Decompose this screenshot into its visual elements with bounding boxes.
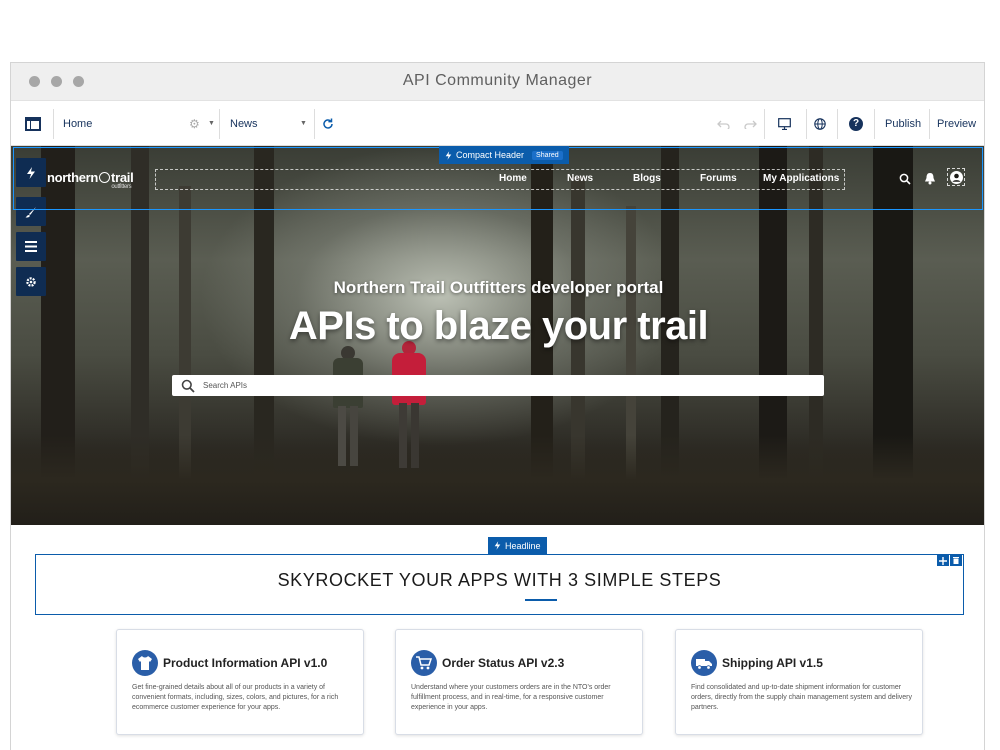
gear-icon[interactable]: ⚙ [189, 117, 200, 131]
undo-button[interactable] [717, 101, 731, 146]
preview-button[interactable]: Preview [937, 101, 976, 146]
nav-item-forums[interactable]: Forums [700, 173, 737, 184]
delete-component-button[interactable] [950, 555, 962, 566]
page-select[interactable]: Home ⚙ ▼ [63, 101, 219, 146]
nav-item-home[interactable]: Home [499, 173, 527, 184]
move-component-button[interactable] [937, 555, 949, 566]
card-description: Understand where your customers orders a… [411, 684, 611, 711]
help-icon: ? [849, 116, 863, 131]
api-card-product-information[interactable]: Product Information API v1.0 Get fine-gr… [116, 629, 364, 735]
language-button[interactable] [814, 101, 826, 146]
headline-component-label[interactable]: Headline [488, 537, 547, 554]
compact-header-label[interactable]: Compact Header Shared [439, 146, 569, 164]
nav-item-news[interactable]: News [567, 173, 593, 184]
page-select-value: Home [63, 117, 93, 130]
shirt-icon [132, 650, 158, 676]
site-logo[interactable]: northern trail outfitters [47, 170, 134, 190]
window-titlebar: API Community Manager [11, 63, 984, 101]
globe-icon [814, 117, 826, 130]
logo-word-2: trail [111, 170, 134, 185]
hiker-figure [329, 346, 367, 476]
desktop-icon [778, 117, 791, 130]
user-avatar-icon [949, 170, 963, 184]
api-card-shipping[interactable]: Shipping API v1.5 Find consolidated and … [675, 629, 923, 735]
headline-label-text: Headline [505, 540, 541, 551]
notifications-button[interactable] [924, 172, 936, 190]
redo-icon [744, 120, 757, 129]
device-preview-button[interactable] [778, 101, 791, 146]
layout-icon [25, 116, 41, 131]
lightning-icon [494, 541, 501, 550]
card-title[interactable]: Order Status API v2.3 [442, 656, 564, 670]
nav-item-my-applications[interactable]: My Applications [763, 173, 839, 184]
redo-button[interactable] [743, 101, 757, 146]
news-select[interactable]: News ▼ [230, 101, 310, 146]
page-structure-button[interactable] [16, 232, 46, 261]
nav-item-blogs[interactable]: Blogs [633, 173, 661, 184]
builder-toolbar: Home ⚙ ▼ News ▼ ? Publish Preview [11, 101, 984, 146]
news-select-value: News [230, 117, 258, 130]
help-button[interactable]: ? [849, 101, 863, 146]
publish-button[interactable]: Publish [885, 101, 921, 146]
headline-component[interactable]: SKYROCKET YOUR APPS WITH 3 SIMPLE STEPS [35, 554, 964, 615]
search-icon [899, 173, 911, 185]
compact-header-label-text: Compact Header [456, 150, 525, 160]
card-title[interactable]: Shipping API v1.5 [722, 656, 823, 670]
bell-icon [925, 173, 935, 185]
undo-icon [717, 120, 730, 129]
forest-floor [11, 435, 984, 525]
logo-subtext: outfitters [111, 184, 132, 190]
list-icon [25, 241, 37, 252]
trash-icon [953, 557, 959, 564]
card-description: Get fine-grained details about all of ou… [132, 684, 339, 711]
user-profile-button[interactable] [947, 168, 965, 186]
window-title: API Community Manager [402, 72, 593, 89]
card-description: Find consolidated and up-to-date shipmen… [691, 684, 912, 711]
browser-window: API Community Manager Home ⚙ ▼ News ▼ ? … [10, 62, 985, 750]
header-search-button[interactable] [899, 172, 911, 190]
search-icon [181, 379, 195, 393]
headline-underline [525, 599, 557, 601]
refresh-button[interactable] [322, 101, 334, 146]
section-headline: SKYROCKET YOUR APPS WITH 3 SIMPLE STEPS [277, 570, 722, 590]
shared-badge: Shared [532, 150, 563, 160]
chevron-down-icon: ▼ [208, 120, 215, 127]
chevron-down-icon: ▼ [300, 120, 307, 127]
hero-banner: Compact Header Shared northern trail outf… [11, 146, 984, 525]
api-card-order-status[interactable]: Order Status API v2.3 Understand where y… [395, 629, 643, 735]
hiker-figure-red [389, 341, 429, 476]
card-title[interactable]: Product Information API v1.0 [163, 656, 327, 670]
refresh-icon [323, 118, 333, 129]
components-panel-button[interactable] [25, 101, 41, 146]
lightning-icon [445, 150, 452, 160]
move-icon [939, 556, 947, 565]
search-placeholder: Search APIs [203, 381, 248, 390]
cart-icon [411, 650, 437, 676]
hero-subtitle: Northern Trail Outfitters developer port… [333, 278, 664, 297]
truck-icon [691, 650, 717, 676]
api-search-input[interactable]: Search APIs [172, 375, 824, 396]
content-section: Headline SKYROCKET YOUR APPS WITH 3 SIMP… [11, 525, 984, 750]
logo-mark-icon [99, 172, 111, 183]
logo-word-1: northern [47, 170, 99, 185]
hero-title: APIs to blaze your trail [288, 304, 709, 348]
